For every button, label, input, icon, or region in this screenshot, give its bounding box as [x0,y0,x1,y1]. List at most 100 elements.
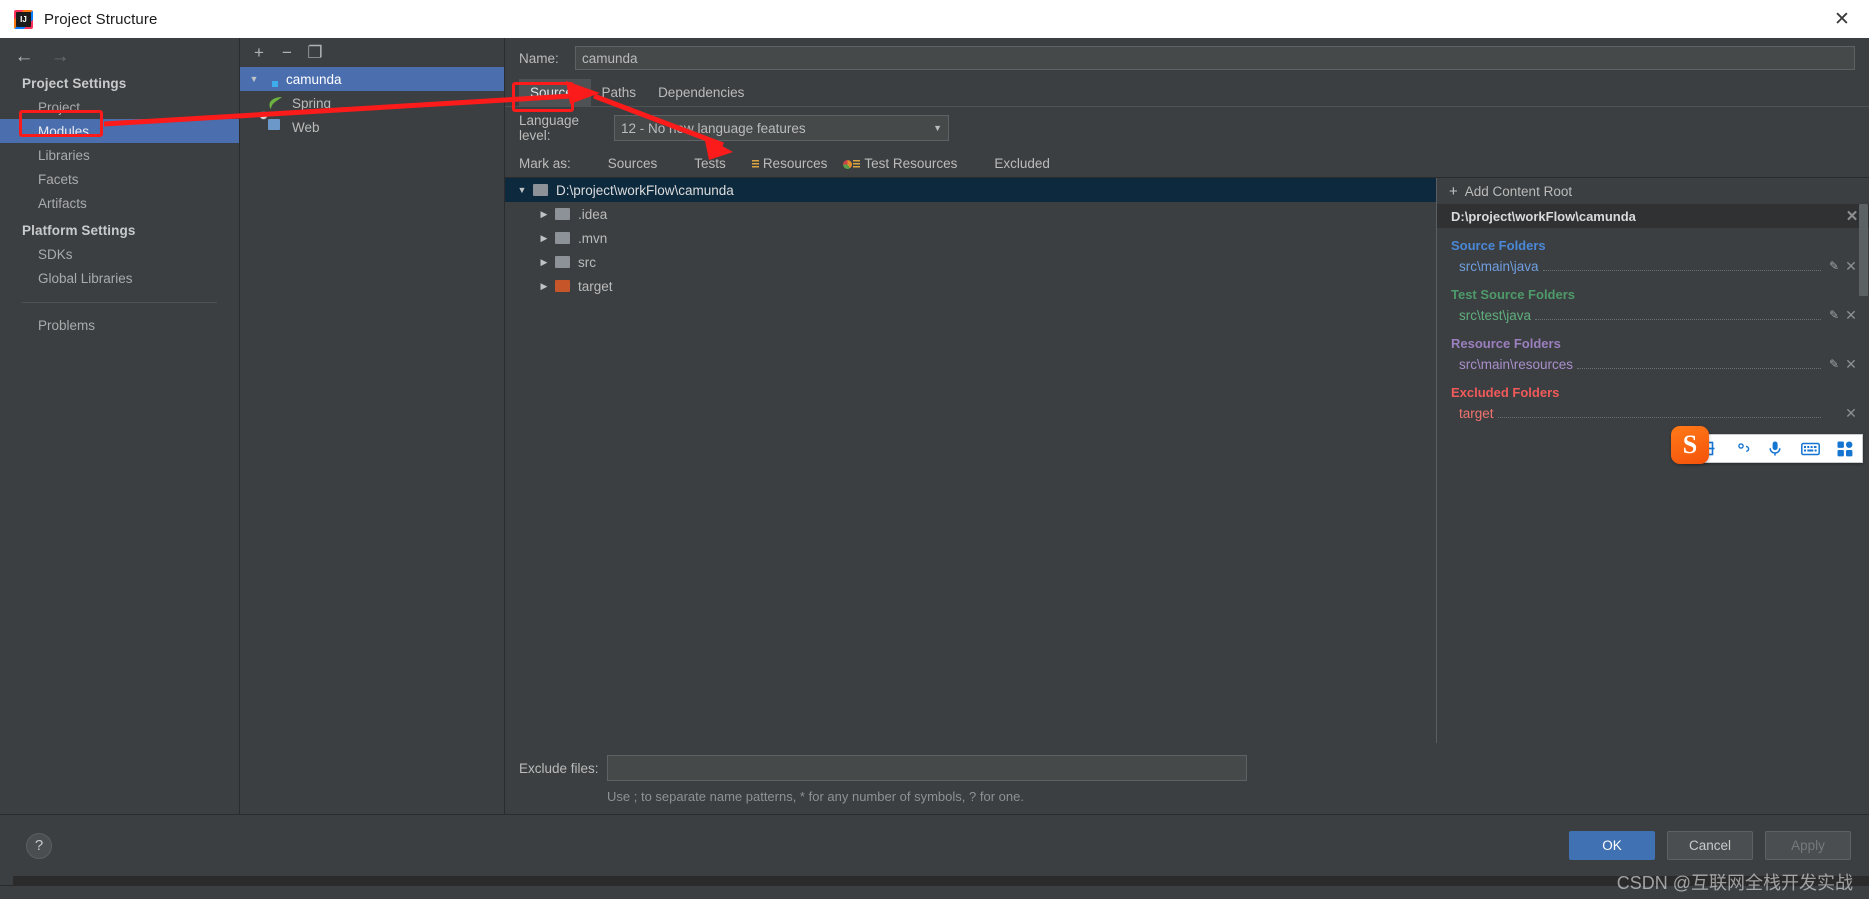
punctuation-mode-icon[interactable] [1730,435,1758,462]
folder-icon [555,254,571,270]
sidebar-item-project[interactable]: Project [0,95,239,119]
mark-as-sources-button[interactable]: Sources [587,156,658,171]
test-source-folder-entry[interactable]: src\test\java ✎ ✕ [1437,304,1869,326]
module-settings-pane: Name: Sources Paths Dependencies Languag… [505,38,1869,814]
close-icon[interactable]: ✕ [1825,4,1859,34]
modules-list-pane: + − ❐ ▼ camunda Spring Web [240,38,505,814]
csdn-watermark: CSDN @互联网全栈开发实战 [1616,873,1853,893]
close-icon[interactable]: ✕ [1843,405,1859,422]
add-module-button[interactable]: + [247,41,271,65]
spring-leaf-icon [268,95,284,111]
tree-row[interactable]: ▶ src [505,250,1436,274]
pencil-icon[interactable]: ✎ [1825,357,1843,371]
dialog-footer: ? OK Cancel Apply [0,814,1869,876]
mark-as-test-resources-button[interactable]: Test Resources [843,156,957,171]
microphone-icon[interactable] [1758,435,1792,462]
tree-row-label: .idea [578,206,608,222]
mark-as-excluded-button[interactable]: Excluded [973,156,1050,171]
close-icon[interactable]: ✕ [1843,356,1859,373]
language-level-label: Language level: [519,113,580,143]
dotted-leader [1535,319,1821,320]
resource-folders-title: Resource Folders [1451,336,1561,351]
chevron-right-icon[interactable]: ▶ [533,257,555,268]
nav-divider [22,302,217,303]
test-source-folders-title: Test Source Folders [1451,287,1576,302]
exclude-files-row: Exclude files: [505,755,1869,781]
resources-folder-icon [742,156,759,170]
details-scrollbar[interactable] [1859,204,1868,296]
chevron-down-icon[interactable]: ▼ [246,74,262,84]
tree-row[interactable]: ▶ target [505,274,1436,298]
arrow-right-icon[interactable]: → [50,47,70,66]
add-content-root-button[interactable]: + Add Content Root [1437,178,1869,204]
tab-dependencies[interactable]: Dependencies [647,79,755,106]
chevron-right-icon[interactable]: ▶ [533,209,555,220]
chevron-down-icon[interactable]: ▼ [933,123,942,133]
web-globe-icon [259,111,284,135]
settings-navigation-pane: ← → Project Settings Project Modules Lib… [0,38,240,814]
sidebar-item-artifacts[interactable]: Artifacts [0,191,239,215]
folder-icon [533,182,549,198]
exclude-files-area: Exclude files: Use ; to separate name pa… [505,743,1869,814]
tree-row[interactable]: ▼ D:\project\workFlow\camunda [505,178,1436,202]
arrow-left-icon[interactable]: ← [14,47,34,66]
nav-history-controls: ← → [0,38,239,68]
apply-button[interactable]: Apply [1765,831,1851,860]
pencil-icon[interactable]: ✎ [1825,259,1843,273]
tree-row[interactable]: ▶ .mvn [505,226,1436,250]
tree-row-label: target [578,278,613,294]
excluded-folder-path: target [1459,405,1494,421]
sources-split-area: ▼ D:\project\workFlow\camunda ▶ .idea ▶ … [505,177,1869,743]
excluded-folder-entry[interactable]: target ✕ [1437,402,1869,424]
sogou-ime-toolbar: S [1671,426,1863,464]
close-icon[interactable]: ✕ [1843,307,1859,324]
dotted-leader [1497,417,1821,418]
sidebar-item-facets[interactable]: Facets [0,167,239,191]
keyboard-icon[interactable] [1792,435,1828,462]
mark-as-tests-button[interactable]: Tests [673,156,726,171]
source-folders-title: Source Folders [1451,238,1546,253]
ide-status-bar [0,885,1869,899]
excluded-folders-title: Excluded Folders [1451,385,1560,400]
plus-icon: + [1449,182,1458,200]
sogou-logo-icon[interactable]: S [1671,426,1709,464]
module-name-input[interactable] [575,46,1855,70]
module-folder-icon [262,71,278,87]
tree-row[interactable]: ▶ .idea [505,202,1436,226]
sidebar-item-sdks[interactable]: SDKs [0,242,239,266]
tab-sources[interactable]: Sources [519,79,591,106]
close-icon[interactable]: ✕ [1843,258,1859,275]
apps-grid-icon[interactable] [1828,435,1862,462]
help-button[interactable]: ? [26,832,52,859]
source-folders-group: Source Folders src\main\java ✎ ✕ [1437,228,1869,277]
excluded-folder-icon [973,156,990,170]
resource-folder-path: src\main\resources [1459,356,1574,372]
chevron-right-icon[interactable]: ▶ [533,281,555,292]
resource-folder-entry[interactable]: src\main\resources ✎ ✕ [1437,353,1869,375]
module-label: Web [292,119,320,135]
exclude-files-input[interactable] [607,755,1247,781]
source-folder-entry[interactable]: src\main\java ✎ ✕ [1437,255,1869,277]
sidebar-item-problems[interactable]: Problems [0,313,239,337]
module-tree-item-web[interactable]: Web [240,111,504,139]
chevron-right-icon[interactable]: ▶ [533,233,555,244]
remove-module-button[interactable]: − [275,41,299,65]
module-tree-item-spring[interactable]: Spring [240,91,504,115]
ok-button[interactable]: OK [1569,831,1655,860]
exclude-files-hint: Use ; to separate name patterns, * for a… [607,789,1024,804]
sidebar-item-libraries[interactable]: Libraries [0,143,239,167]
mark-as-label-excluded: Excluded [994,155,1050,171]
sidebar-item-global-libraries[interactable]: Global Libraries [0,266,239,290]
chevron-down-icon[interactable]: ▼ [511,185,533,195]
pencil-icon[interactable]: ✎ [1825,308,1843,322]
cancel-button[interactable]: Cancel [1667,831,1753,860]
language-level-select[interactable]: 12 - No new language features ▼ [614,115,949,141]
sidebar-item-modules[interactable]: Modules [0,119,239,143]
tab-paths[interactable]: Paths [591,79,648,106]
close-icon[interactable]: ✕ [1845,209,1859,224]
module-tree-item-camunda[interactable]: ▼ camunda [240,67,504,91]
copy-module-button[interactable]: ❐ [303,41,327,65]
tree-row-label: D:\project\workFlow\camunda [556,182,734,198]
mark-as-resources-button[interactable]: Resources [742,156,827,171]
content-root-path: D:\project\workFlow\camunda [1451,208,1636,224]
